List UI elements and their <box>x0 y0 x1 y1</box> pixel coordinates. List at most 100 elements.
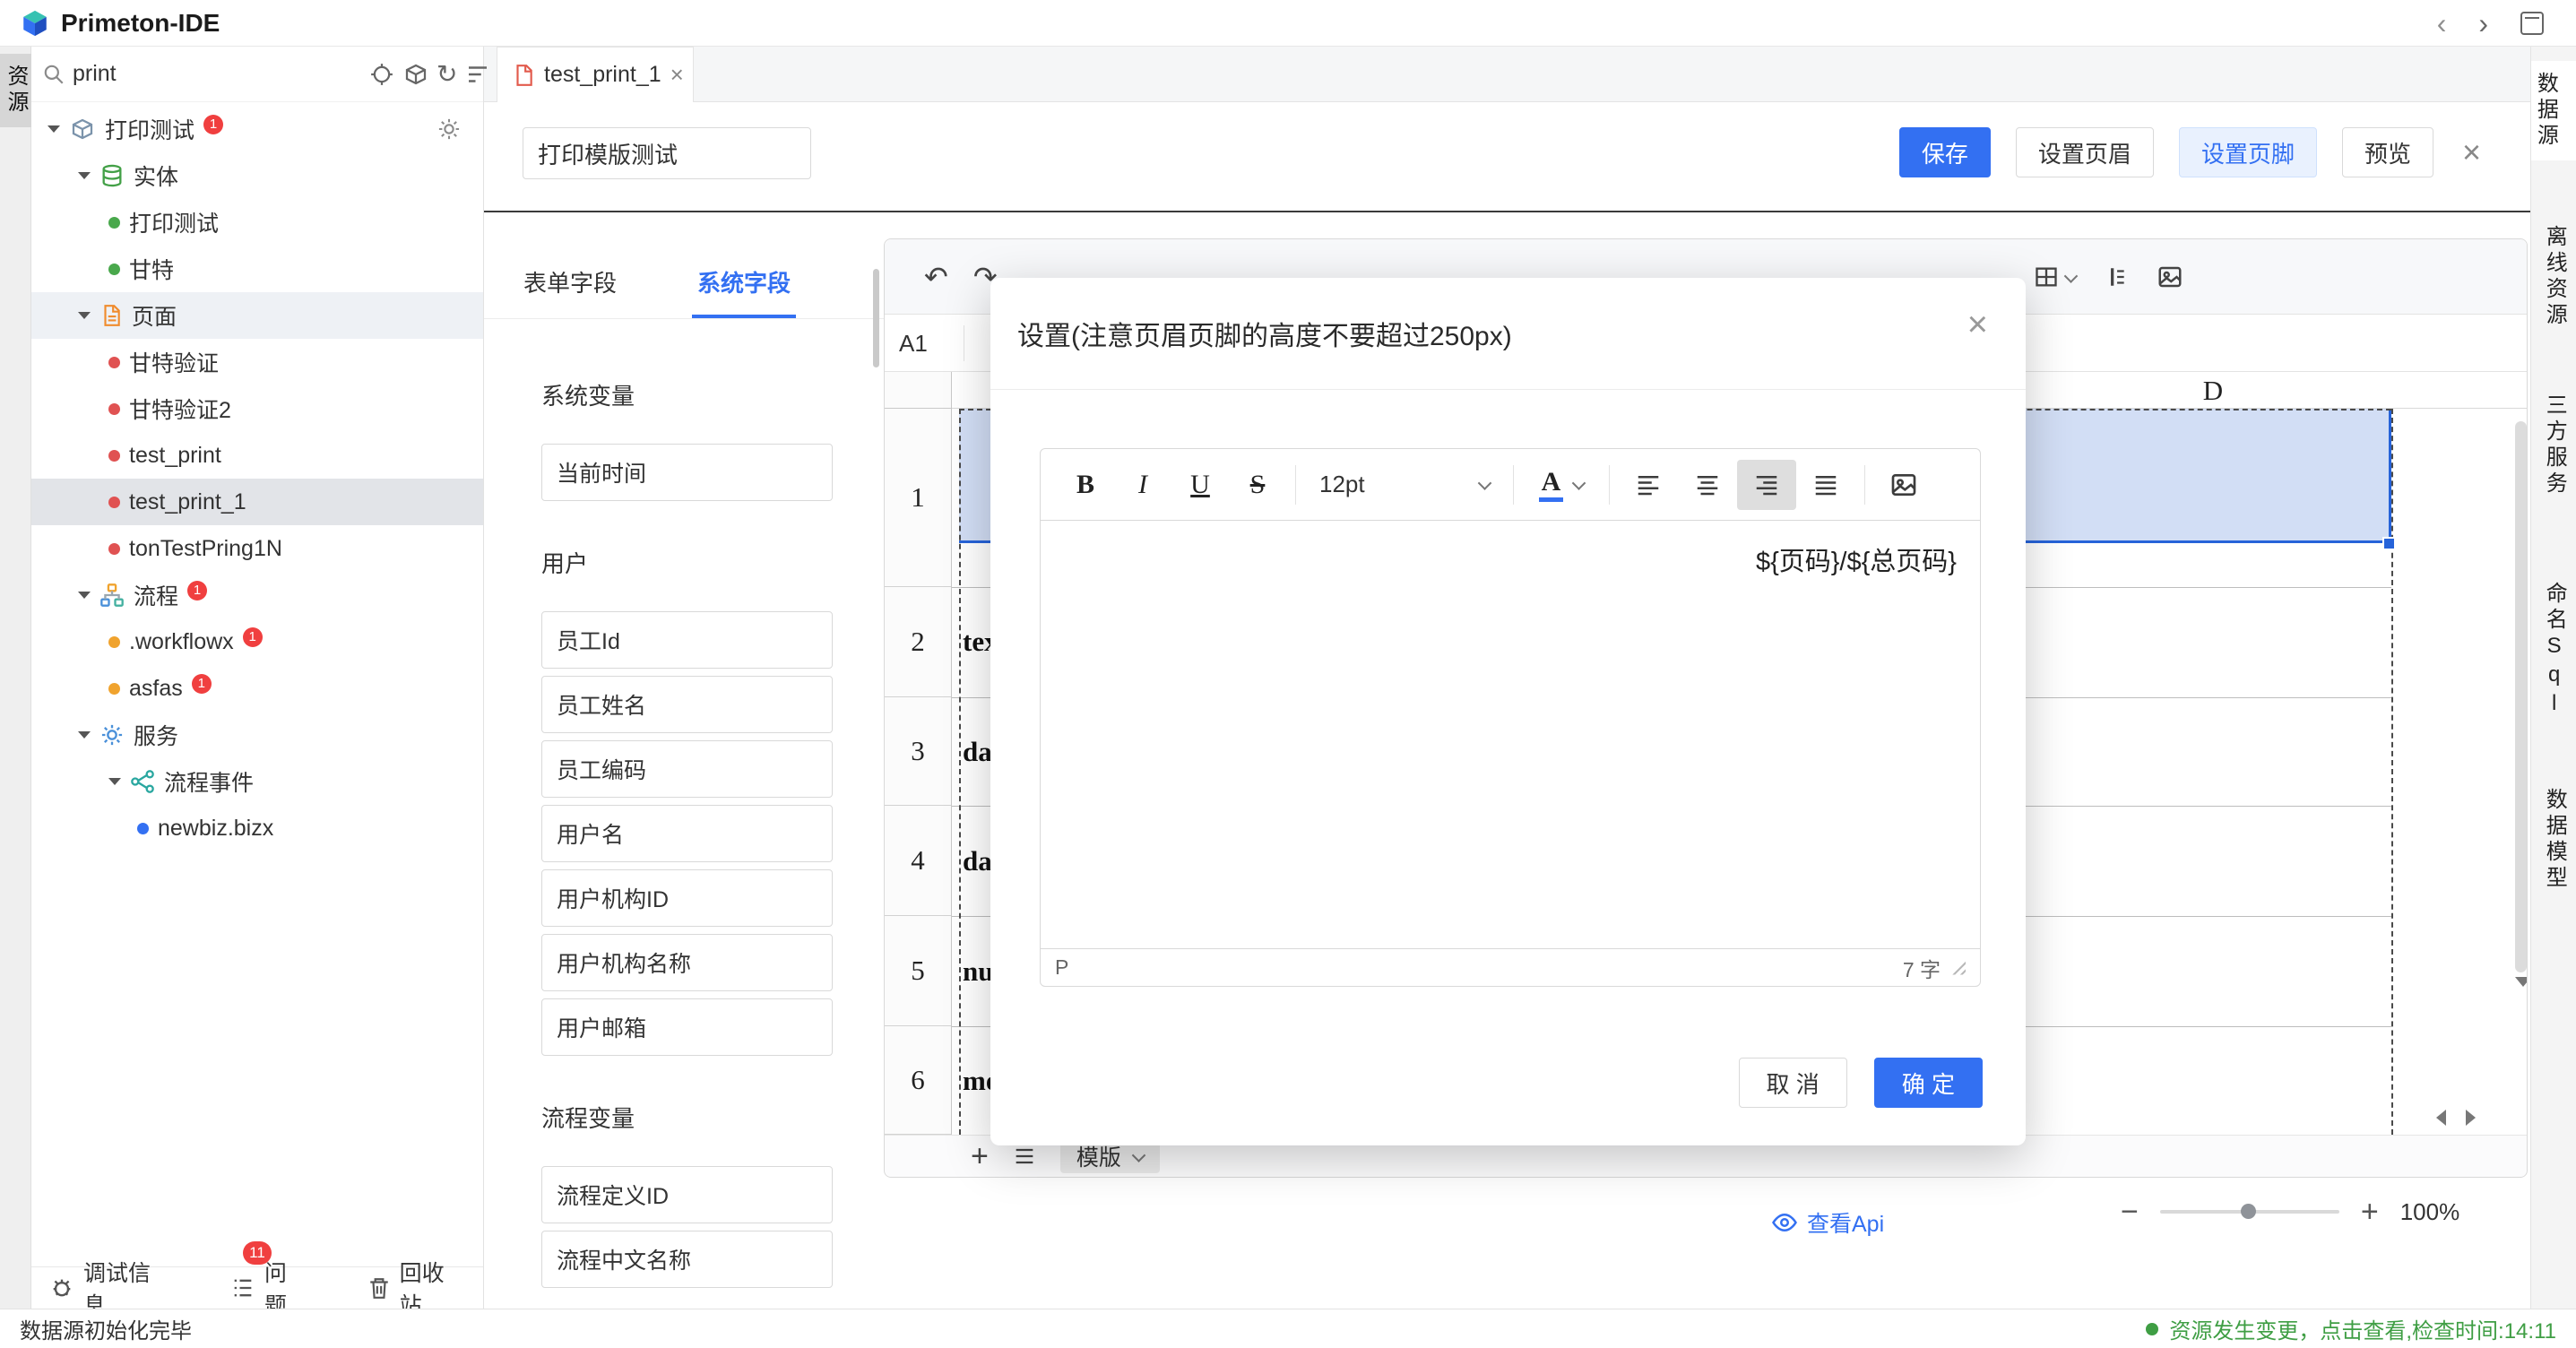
tree-item-entity[interactable]: 甘特 <box>31 246 483 292</box>
close-icon[interactable]: × <box>1967 307 1988 342</box>
zoom-in-button[interactable]: + <box>2361 1197 2379 1227</box>
chevron-down-icon[interactable] <box>1132 1148 1146 1162</box>
field-chip[interactable]: 用户机构ID <box>541 869 833 927</box>
view-api-link[interactable]: 查看Api <box>1771 1206 1884 1239</box>
nav-forward-icon[interactable]: › <box>2478 9 2488 38</box>
tree-item-page[interactable]: test_print <box>31 432 483 479</box>
align-center-button[interactable] <box>1678 460 1737 510</box>
template-name-input[interactable] <box>523 127 811 179</box>
field-chip[interactable]: 流程中文名称 <box>541 1231 833 1288</box>
close-icon[interactable]: × <box>670 61 684 89</box>
field-chip[interactable]: 员工编码 <box>541 740 833 798</box>
chevron-down-icon[interactable] <box>48 125 60 133</box>
freeze-pane-button[interactable] <box>2105 265 2128 289</box>
tree-item-project[interactable]: 打印测试 1 <box>31 106 483 152</box>
tree-item-services[interactable]: 服务 <box>31 712 483 758</box>
bold-button[interactable]: B <box>1057 460 1114 510</box>
preview-button[interactable]: 预览 <box>2342 127 2433 177</box>
confirm-button[interactable]: 确 定 <box>1874 1058 1983 1108</box>
chevron-down-icon[interactable] <box>78 172 91 179</box>
vertical-scrollbar[interactable] <box>2515 421 2527 972</box>
tree-item-page-selected[interactable]: test_print_1 <box>31 479 483 525</box>
tree-item-entity[interactable]: 打印测试 <box>31 199 483 246</box>
field-chip[interactable]: 用户邮箱 <box>541 998 833 1056</box>
align-left-button[interactable] <box>1619 460 1678 510</box>
rail-tab-offline-resources[interactable]: 离线资源 <box>2540 214 2567 340</box>
tab-form-fields[interactable]: 表单字段 <box>523 246 617 318</box>
column-header-d[interactable]: D <box>2123 372 2303 409</box>
chevron-down-icon[interactable] <box>78 592 91 599</box>
sheet-list-icon[interactable] <box>1012 1144 1037 1169</box>
set-header-button[interactable]: 设置页眉 <box>2016 127 2154 177</box>
strikethrough-button[interactable]: S <box>1229 460 1286 510</box>
refresh-icon[interactable]: ↻ <box>437 57 457 91</box>
underline-button[interactable]: U <box>1171 460 1229 510</box>
rail-tab-resources[interactable]: 资源 <box>0 54 31 127</box>
grid-corner[interactable] <box>885 372 952 409</box>
chevron-down-icon[interactable] <box>78 312 91 319</box>
align-justify-button[interactable] <box>1796 460 1855 510</box>
tree-item-processes[interactable]: 流程 1 <box>31 572 483 618</box>
selection-fill-handle[interactable] <box>2382 537 2396 550</box>
tree-item-bizx[interactable]: newbiz.bizx <box>31 805 483 851</box>
rail-tab-datasource[interactable]: 数据源 <box>2531 61 2576 160</box>
insert-image-button[interactable] <box>1874 460 1933 510</box>
tree-item-pages[interactable]: 页面 <box>31 292 483 339</box>
row-header[interactable]: 1 <box>885 409 951 587</box>
field-chip[interactable]: 流程定义ID <box>541 1166 833 1223</box>
tree-item-workflow[interactable]: asfas 1 <box>31 665 483 712</box>
align-right-button[interactable] <box>1737 460 1796 510</box>
save-button[interactable]: 保存 <box>1899 127 1991 177</box>
scroll-down-button[interactable] <box>2515 987 2527 1003</box>
editor-tab-test-print-1[interactable]: test_print_1 × <box>497 47 694 102</box>
field-chip[interactable]: 员工Id <box>541 611 833 669</box>
field-chip[interactable]: 当前时间 <box>541 444 833 501</box>
tree-item-page[interactable]: tonTestPring1N <box>31 525 483 572</box>
font-color-button[interactable]: A <box>1523 467 1600 503</box>
field-chip[interactable]: 员工姓名 <box>541 676 833 733</box>
zoom-slider[interactable] <box>2160 1210 2339 1214</box>
add-sheet-button[interactable]: + <box>971 1141 989 1171</box>
nav-back-icon[interactable]: ‹ <box>2437 9 2447 38</box>
font-size-select[interactable]: 12pt <box>1305 471 1504 498</box>
richtext-content[interactable]: ${页码}/${总页码} <box>1041 521 1980 948</box>
field-chip[interactable]: 用户机构名称 <box>541 934 833 991</box>
zoom-slider-knob[interactable] <box>2241 1204 2256 1219</box>
field-chip[interactable]: 用户名 <box>541 805 833 862</box>
project-sync-icon[interactable] <box>437 117 462 142</box>
undo-icon[interactable]: ↶ <box>924 260 948 294</box>
scroll-right-icon[interactable] <box>2466 1110 2476 1126</box>
tree-item-workflow[interactable]: .workflowx 1 <box>31 618 483 665</box>
row-header[interactable]: 5 <box>885 916 951 1026</box>
row-header[interactable]: 2 <box>885 587 951 697</box>
scroll-left-icon[interactable] <box>2436 1110 2446 1126</box>
row-header[interactable]: 3 <box>885 697 951 806</box>
resize-handle-icon[interactable] <box>1951 961 1966 975</box>
tree-item-page[interactable]: 甘特验证2 <box>31 385 483 432</box>
rail-tab-named-sql[interactable]: 命名Sql <box>2540 571 2567 730</box>
zoom-out-button[interactable]: − <box>2121 1197 2139 1227</box>
set-footer-button[interactable]: 设置页脚 <box>2179 127 2317 177</box>
tree-item-entities[interactable]: 实体 <box>31 152 483 199</box>
insert-image-button[interactable] <box>2157 264 2183 290</box>
cancel-button[interactable]: 取 消 <box>1739 1058 1847 1108</box>
rail-tab-third-party-services[interactable]: 三方服务 <box>2540 383 2567 508</box>
search-input[interactable] <box>73 61 361 87</box>
locate-icon[interactable] <box>368 57 395 91</box>
chevron-down-icon[interactable] <box>108 778 121 785</box>
italic-button[interactable]: I <box>1114 460 1171 510</box>
row-header[interactable]: 6 <box>885 1026 951 1135</box>
merge-cells-button[interactable] <box>2034 264 2076 289</box>
chevron-down-icon[interactable] <box>78 731 91 739</box>
resource-change-notice[interactable]: 资源发生变更，点击查看,检查时间:14:11 <box>2146 1313 2556 1344</box>
rail-tab-data-model[interactable]: 数据模型 <box>2540 777 2567 903</box>
close-icon[interactable]: × <box>2462 134 2481 171</box>
row-header[interactable]: 4 <box>885 806 951 916</box>
window-layout-icon[interactable] <box>2520 12 2544 35</box>
row-headers[interactable]: 1 2 3 4 5 6 <box>885 409 952 1135</box>
package-icon[interactable] <box>402 57 429 91</box>
active-cell-reference[interactable]: A1 <box>899 315 928 372</box>
tree-item-page[interactable]: 甘特验证 <box>31 339 483 385</box>
filter-list-icon[interactable] <box>464 57 491 91</box>
tab-system-fields[interactable]: 系统字段 <box>697 246 791 318</box>
